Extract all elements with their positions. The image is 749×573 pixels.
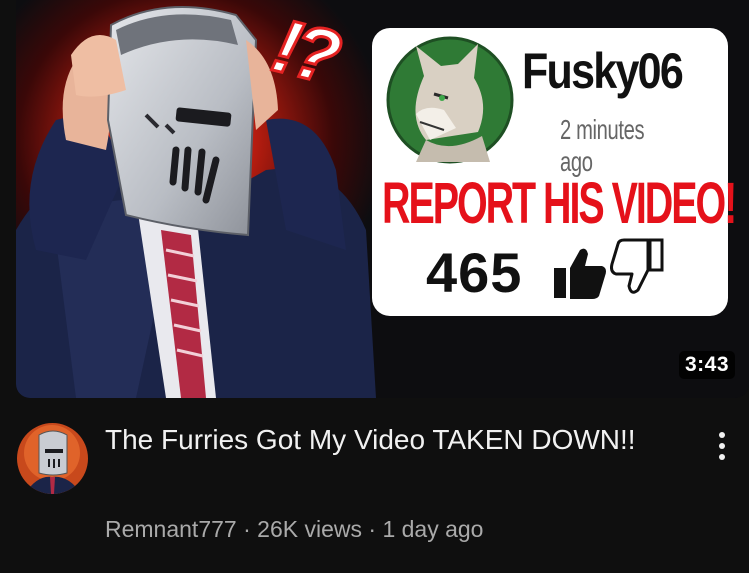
upload-age: 1 day ago xyxy=(382,516,484,542)
video-thumbnail[interactable]: !? Fusky06 2 minutes ago REPORT HIS VIDE… xyxy=(16,0,749,398)
meta-separator: · xyxy=(236,516,258,542)
comment-text: REPORT HIS VIDEO! xyxy=(382,171,737,236)
thumbs-down-icon xyxy=(610,238,664,294)
thumbs-up-icon xyxy=(554,248,606,299)
duration-badge: 3:43 xyxy=(678,351,735,379)
fox-avatar-icon xyxy=(386,36,514,164)
menu-dot xyxy=(719,443,725,449)
like-count: 465 xyxy=(426,241,523,304)
channel-name[interactable]: Remnant777 xyxy=(105,516,237,542)
meta-separator: · xyxy=(361,516,383,542)
menu-dot xyxy=(719,454,725,460)
comment-card: Fusky06 2 minutes ago REPORT HIS VIDEO! … xyxy=(372,28,737,316)
view-count: 26K views xyxy=(257,516,362,542)
comment-timestamp: 2 minutes ago xyxy=(560,114,645,177)
video-metadata: Remnant777 · 26K views · 1 day ago xyxy=(105,516,483,543)
menu-dot xyxy=(719,432,725,438)
channel-avatar[interactable] xyxy=(17,423,88,494)
comment-username: Fusky06 xyxy=(522,43,684,99)
knight-avatar-icon xyxy=(17,423,88,494)
video-title[interactable]: The Furries Got My Video TAKEN DOWN!! xyxy=(105,421,645,459)
more-vert-icon[interactable] xyxy=(708,426,736,466)
